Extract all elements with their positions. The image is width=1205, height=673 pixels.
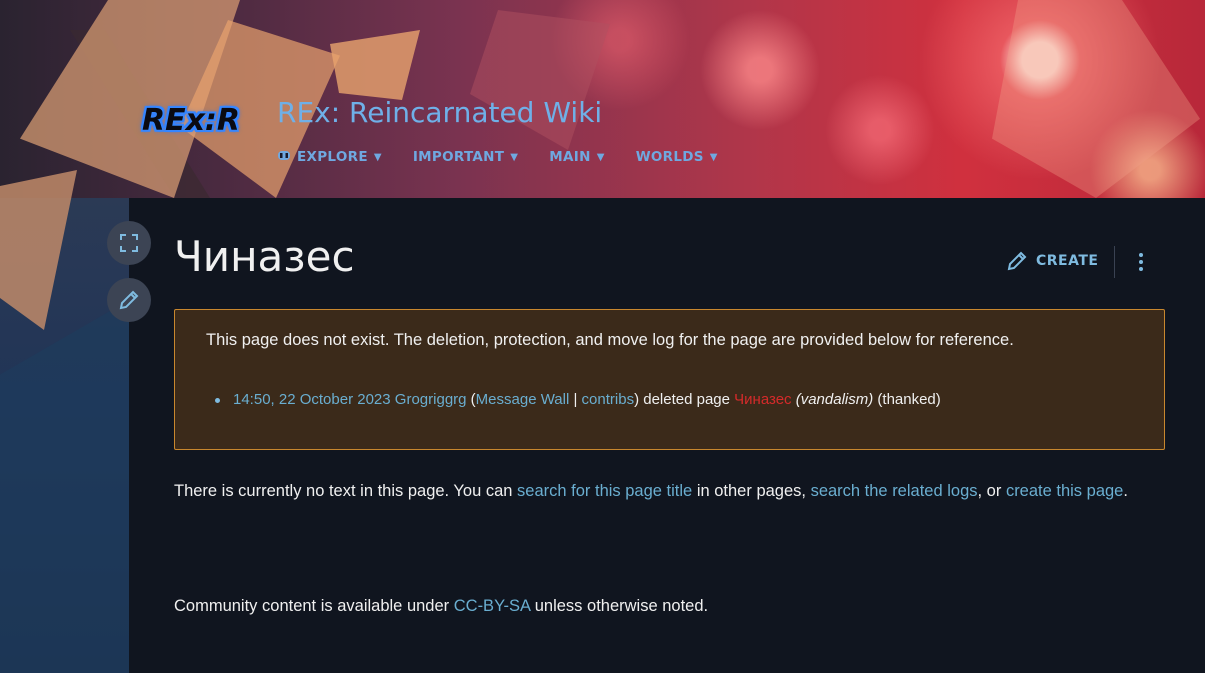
para-text: in other pages, [692,482,811,500]
para-text: . [1123,482,1128,500]
log-separator: | [569,391,582,408]
notice-text: This page does not exist. The deletion, … [206,331,1014,349]
license-link[interactable]: CC-BY-SA [454,597,530,615]
pencil-icon [1007,251,1027,271]
para-text: There is currently no text in this page.… [174,482,518,500]
log-user-link[interactable]: Grogriggrg [395,391,467,408]
search-logs-link[interactable]: search the related logs [811,482,978,500]
nav-explore-label: EXPLORE [297,149,368,165]
para-text: , or [977,482,1006,500]
license-notice: Community content is available under CC-… [174,597,708,616]
chevron-down-icon: ▼ [596,151,605,163]
chevron-down-icon: ▼ [373,151,382,163]
chevron-down-icon: ▼ [510,151,519,163]
expand-icon [120,234,138,252]
nav-main-label: MAIN [549,149,591,165]
nav-explore[interactable]: EXPLORE ▼ [277,149,382,165]
pencil-icon [119,290,139,310]
divider [1114,246,1115,278]
create-label: CREATE [1036,253,1099,269]
create-button[interactable]: CREATE [1006,250,1098,272]
more-options-button[interactable] [1132,250,1150,274]
fullscreen-button[interactable] [107,221,151,265]
nav-worlds[interactable]: WORLDS ▼ [636,149,718,165]
log-action: ) deleted page [634,391,735,408]
license-suffix: unless otherwise noted. [530,597,709,615]
log-entry: 14:50, 22 October 2023 Grogriggrg (Messa… [215,391,941,408]
wiki-nav: EXPLORE ▼ IMPORTANT ▼ MAIN ▼ WORLDS ▼ [277,149,749,165]
log-timestamp-link[interactable]: 14:50, 22 October 2023 [233,391,391,408]
contribs-link[interactable]: contribs [582,391,635,408]
log-reason: (vandalism) [791,391,874,408]
license-prefix: Community content is available under [174,597,454,615]
message-wall-link[interactable]: Message Wall [476,391,570,408]
chevron-down-icon: ▼ [709,151,718,163]
log-thanked: (thanked) [873,391,941,408]
no-text-paragraph: There is currently no text in this page.… [174,476,1164,507]
explore-icon [277,149,291,165]
deleted-page-link[interactable]: Чиназес [734,391,791,408]
edit-button[interactable] [107,278,151,322]
deletion-notice: This page does not exist. The deletion, … [174,309,1165,450]
wiki-logo[interactable]: REx:R [134,98,248,142]
nav-main[interactable]: MAIN ▼ [549,149,604,165]
create-page-link[interactable]: create this page [1006,482,1123,500]
log-paren: ( [466,391,476,408]
search-title-link[interactable]: search for this page title [517,482,692,500]
nav-important-label: IMPORTANT [412,149,505,165]
wiki-title[interactable]: REx: Reincarnated Wiki [277,96,602,129]
nav-important[interactable]: IMPORTANT ▼ [413,149,518,165]
nav-worlds-label: WORLDS [635,149,704,165]
page-title: Чиназес [174,232,355,281]
bullet [215,398,220,403]
